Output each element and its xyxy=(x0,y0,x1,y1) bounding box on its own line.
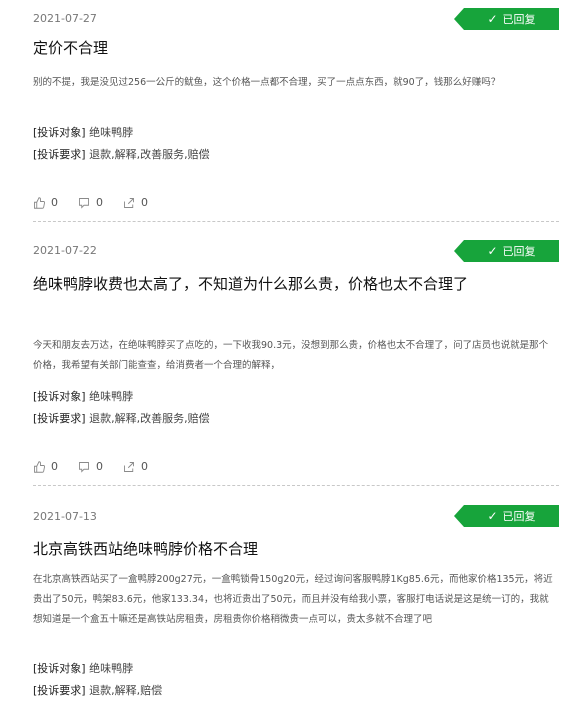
share-button[interactable]: 0 xyxy=(123,196,148,209)
item-content: 在北京高铁西站买了一盒鸭脖200g27元，一盒鸭锁骨150g20元，经过询问客服… xyxy=(33,574,553,625)
badge-label: 已回复 xyxy=(502,13,536,26)
target-label: [投诉对象] xyxy=(33,662,86,675)
item-title[interactable]: 绝味鸭脖收费也太高了，不知道为什么那么贵，价格也太不合理了 xyxy=(33,269,507,299)
item-content: 今天和朋友去万达，在绝味鸭脖买了点吃的，一下收我90.3元，没想到那么贵，价格也… xyxy=(33,340,549,371)
request-value: 退款,解释,改善服务,赔偿 xyxy=(89,148,210,161)
complaint-target: [投诉对象] 绝味鸭脖 xyxy=(33,388,133,404)
share-icon xyxy=(124,461,134,472)
thumbs-up-icon xyxy=(34,460,45,473)
target-label: [投诉对象] xyxy=(33,126,86,139)
like-button[interactable]: 0 xyxy=(33,460,58,473)
request-value: 退款,解释,赔偿 xyxy=(89,684,163,697)
complaint-request: [投诉要求] 退款,解释,改善服务,赔偿 xyxy=(33,410,210,426)
share-count: 0 xyxy=(141,196,148,209)
item-actions: 0 0 0 xyxy=(33,460,148,473)
target-value: 绝味鸭脖 xyxy=(89,662,134,675)
item-title[interactable]: 定价不合理 xyxy=(33,33,507,63)
complaint-item[interactable]: 2021-07-27 ✓ 已回复 定价不合理 别的不提，我是没见过256一公斤的… xyxy=(0,0,577,222)
request-label: [投诉要求] xyxy=(33,148,86,161)
item-date: 2021-07-13 xyxy=(33,510,97,523)
check-icon: ✓ xyxy=(487,244,498,258)
comment-count: 0 xyxy=(96,196,103,209)
share-icon xyxy=(124,197,134,208)
request-label: [投诉要求] xyxy=(33,412,86,425)
target-label: [投诉对象] xyxy=(33,390,86,403)
check-icon: ✓ xyxy=(487,509,498,523)
complaint-item[interactable]: 2021-07-22 ✓ 已回复 绝味鸭脖收费也太高了，不知道为什么那么贵，价格… xyxy=(0,222,577,486)
like-button[interactable]: 0 xyxy=(33,196,58,209)
item-actions: 0 0 0 xyxy=(33,196,148,209)
target-value: 绝味鸭脖 xyxy=(89,126,134,139)
thumbs-up-icon xyxy=(34,196,45,209)
share-button[interactable]: 0 xyxy=(123,460,148,473)
request-value: 退款,解释,改善服务,赔偿 xyxy=(89,412,210,425)
request-label: [投诉要求] xyxy=(33,684,86,697)
item-date: 2021-07-27 xyxy=(33,12,97,25)
complaint-target: [投诉对象] 绝味鸭脖 xyxy=(33,124,133,140)
complaint-target: [投诉对象] 绝味鸭脖 xyxy=(33,660,133,676)
comment-icon xyxy=(79,461,89,473)
target-value: 绝味鸭脖 xyxy=(89,390,134,403)
comment-button[interactable]: 0 xyxy=(78,460,103,473)
complaint-request: [投诉要求] 退款,解释,赔偿 xyxy=(33,682,162,698)
comment-icon xyxy=(79,197,89,209)
item-content: 别的不提，我是没见过256一公斤的鱿鱼，这个价格一点都不合理，买了一点点东西，就… xyxy=(33,77,501,88)
item-title[interactable]: 北京高铁西站绝味鸭脖价格不合理 xyxy=(33,534,507,564)
replied-badge: ✓ 已回复 xyxy=(454,505,559,527)
replied-badge: ✓ 已回复 xyxy=(454,240,559,262)
complaint-feed: 2021-07-27 ✓ 已回复 定价不合理 别的不提，我是没见过256一公斤的… xyxy=(0,0,577,707)
comment-button[interactable]: 0 xyxy=(78,196,103,209)
like-count: 0 xyxy=(51,460,58,473)
share-count: 0 xyxy=(141,460,148,473)
check-icon: ✓ xyxy=(487,12,498,26)
item-date: 2021-07-22 xyxy=(33,244,97,257)
comment-count: 0 xyxy=(96,460,103,473)
complaint-item[interactable]: 2021-07-13 ✓ 已回复 北京高铁西站绝味鸭脖价格不合理 在北京高铁西站… xyxy=(0,486,577,707)
badge-label: 已回复 xyxy=(502,510,536,523)
replied-badge: ✓ 已回复 xyxy=(454,8,559,30)
complaint-request: [投诉要求] 退款,解释,改善服务,赔偿 xyxy=(33,146,210,162)
badge-label: 已回复 xyxy=(502,245,536,258)
like-count: 0 xyxy=(51,196,58,209)
